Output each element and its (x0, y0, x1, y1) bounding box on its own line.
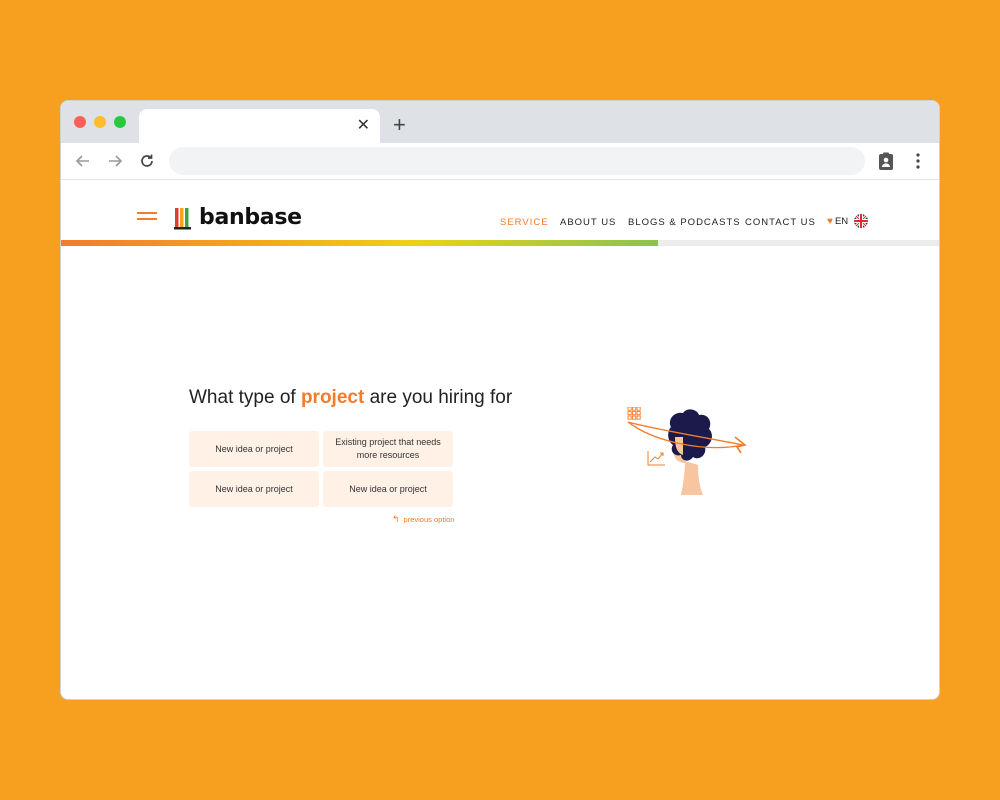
browser-window: ✕ + banbase SERVICE ABOUT US BLOGS & POD… (60, 100, 940, 700)
person-illustration (627, 407, 747, 495)
back-arrow-icon[interactable] (72, 150, 94, 172)
logo-mark-icon (174, 207, 191, 229)
site-header: banbase SERVICE ABOUT US BLOGS & PODCAST… (61, 181, 939, 247)
new-tab-button[interactable]: + (393, 113, 406, 137)
question-text-end: are you hiring for (364, 387, 513, 408)
question-highlight: project (300, 387, 365, 408)
question-heading: What type of project are you hiring for (189, 387, 512, 409)
question-text-start: What type of (189, 387, 301, 408)
progress-bar (61, 240, 939, 246)
progress-fill (61, 240, 659, 246)
banbase-logo[interactable]: banbase (174, 205, 302, 230)
language-selector[interactable]: ♥ EN (827, 214, 869, 228)
option-button[interactable]: Existing project that needs more resourc… (323, 431, 453, 467)
close-tab-icon[interactable]: ✕ (357, 116, 370, 136)
nav-blogs-podcasts[interactable]: BLOGS & PODCASTS (628, 217, 741, 228)
browser-toolbar (61, 143, 939, 180)
reload-icon[interactable] (136, 150, 158, 172)
previous-option-label: previous option (403, 515, 455, 524)
return-arrow-icon: ↰ (392, 514, 400, 524)
tab-bar: ✕ + (61, 101, 939, 143)
address-bar[interactable] (169, 147, 865, 175)
minimize-window-button[interactable] (94, 116, 106, 128)
more-menu-icon[interactable] (912, 151, 924, 171)
uk-flag-icon (854, 214, 869, 228)
option-button[interactable]: New idea or project (189, 431, 319, 467)
nav-about-us[interactable]: ABOUT US (560, 217, 616, 228)
nav-contact-us[interactable]: CONTACT US (745, 217, 816, 228)
trend-chart-icon (647, 451, 665, 466)
logo-text: banbase (199, 205, 302, 230)
nav-service[interactable]: SERVICE (500, 217, 549, 228)
hamburger-menu-icon[interactable] (137, 212, 157, 220)
option-button[interactable]: New idea or project (323, 471, 453, 507)
browser-tab[interactable]: ✕ (139, 109, 380, 143)
option-button[interactable]: New idea or project (189, 471, 319, 507)
close-window-button[interactable] (74, 116, 86, 128)
grid-icon (627, 407, 641, 420)
maximize-window-button[interactable] (114, 116, 126, 128)
heart-icon: ♥ (827, 215, 833, 227)
previous-option-link[interactable]: ↰ previous option (392, 514, 454, 525)
clipboard-account-icon[interactable] (876, 151, 896, 171)
forward-arrow-icon[interactable] (104, 150, 126, 172)
language-label: EN (834, 215, 849, 227)
